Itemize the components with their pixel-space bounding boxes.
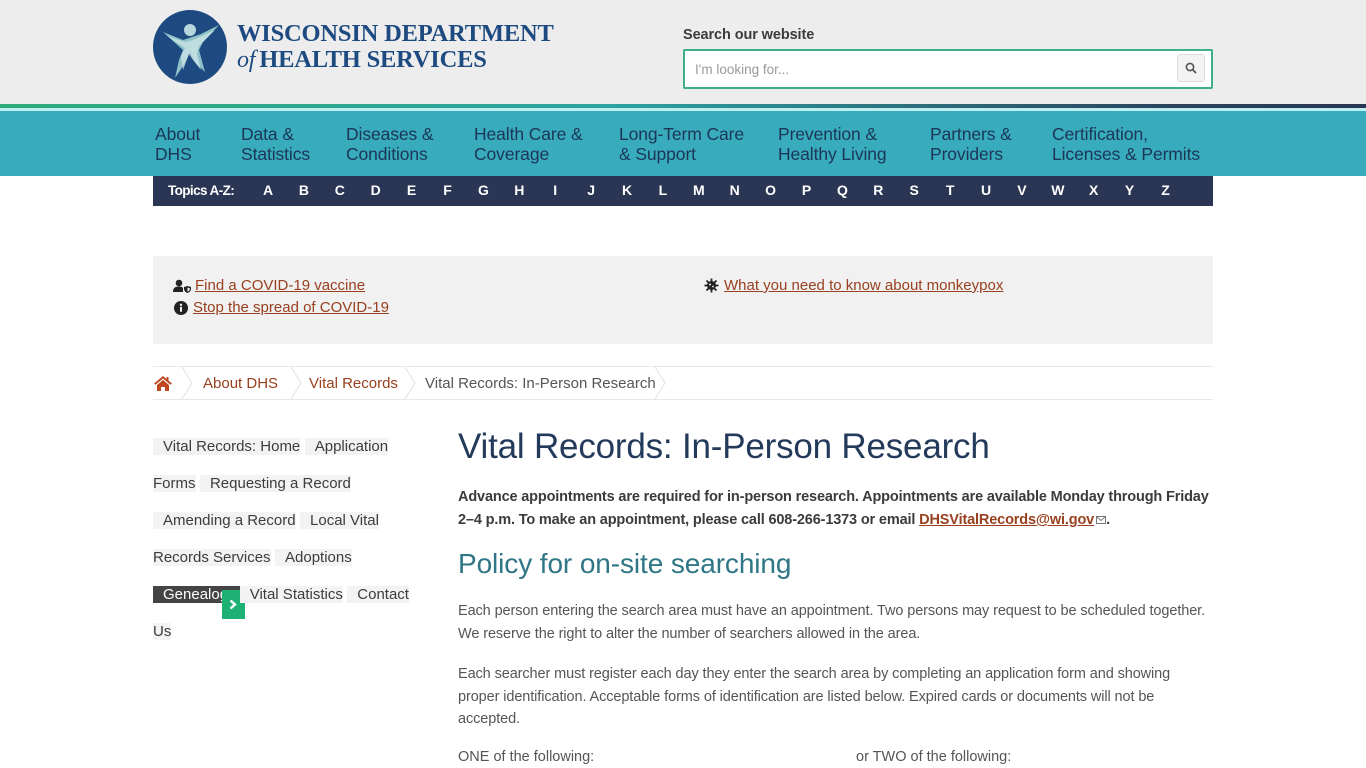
nav-long-term-care[interactable]: Long-Term Care & Support: [619, 124, 744, 164]
logo-line-2-rest: HEALTH SERVICES: [259, 46, 487, 73]
home-icon: [154, 376, 172, 391]
nav-about-dhs[interactable]: About DHS: [155, 124, 200, 164]
alert-item: Stop the spread of COVID-19: [173, 299, 389, 316]
breadcrumb-separator-icon: [181, 367, 193, 399]
user-shield-icon: [173, 278, 191, 294]
az-letter-z[interactable]: Z: [1156, 182, 1176, 198]
az-letter-b[interactable]: B: [294, 182, 314, 198]
sidebar-item-genealogy[interactable]: Genealogy: [153, 586, 245, 619]
breadcrumb-about-dhs[interactable]: About DHS: [203, 367, 278, 399]
az-letter-f[interactable]: F: [438, 182, 458, 198]
sidebar-item-amending-a-record[interactable]: Amending a Record: [153, 512, 296, 529]
virus-icon: [702, 278, 720, 294]
az-letter-l[interactable]: L: [653, 182, 673, 198]
policy-paragraph: Each searcher must register each day the…: [458, 666, 1171, 727]
nav-certification-licenses-permits[interactable]: Certification, Licenses & Permits: [1052, 124, 1200, 164]
az-letter-h[interactable]: H: [509, 182, 529, 198]
email-link[interactable]: DHSVitalRecords@wi.gov: [919, 512, 1094, 528]
logo-line-2: of HEALTH SERVICES: [237, 46, 554, 74]
nav-prevention-healthy-living[interactable]: Prevention & Healthy Living: [778, 124, 887, 164]
az-letter-a[interactable]: A: [258, 182, 278, 198]
id-column-one: ONE of the following:: [458, 748, 595, 765]
breadcrumb-separator-icon: [654, 367, 666, 399]
id-columns: ONE of the following: or TWO of the foll…: [458, 749, 1213, 768]
site-header: WISCONSIN DEPARTMENT of HEALTH SERVICES S…: [0, 0, 1366, 104]
chevron-right-icon: [229, 599, 238, 610]
az-letter-e[interactable]: E: [402, 182, 422, 198]
az-letter-t[interactable]: T: [940, 182, 960, 198]
search-input[interactable]: [695, 58, 1165, 80]
az-letter-d[interactable]: D: [366, 182, 386, 198]
policy-paragraph: Each person entering the search area mus…: [458, 603, 1206, 642]
az-letter-i[interactable]: I: [545, 182, 565, 198]
topics-az-label: Topics A-Z:: [168, 183, 235, 198]
breadcrumb-separator-icon: [290, 367, 302, 399]
logo-line-1: WISCONSIN DEPARTMENT: [237, 20, 554, 47]
sidebar-item-vital-records-home[interactable]: Vital Records: Home: [153, 438, 301, 455]
search-icon: [1185, 62, 1197, 74]
az-letter-x[interactable]: X: [1084, 182, 1104, 198]
az-letter-y[interactable]: Y: [1120, 182, 1140, 198]
intro-paragraph: Advance appointments are required for in…: [458, 486, 1213, 532]
breadcrumb-current: Vital Records: In-Person Research: [425, 374, 656, 392]
mail-icon: [1096, 516, 1107, 524]
logo-of: of: [237, 47, 256, 73]
main-content: Vital Records: In-Person Research Advanc…: [458, 425, 1213, 768]
monkeypox-link[interactable]: What you need to know about monkeypox: [724, 277, 1003, 294]
az-letter-o[interactable]: O: [761, 182, 781, 198]
az-letter-j[interactable]: J: [581, 182, 601, 198]
nav-diseases-conditions[interactable]: Diseases & Conditions: [346, 124, 434, 164]
az-letter-w[interactable]: W: [1048, 182, 1068, 198]
nav-partners-providers[interactable]: Partners & Providers: [930, 124, 1012, 164]
az-letter-r[interactable]: R: [868, 182, 888, 198]
alert-item: What you need to know about monkeypox: [702, 277, 1003, 294]
covid-spread-link[interactable]: Stop the spread of COVID-19: [193, 299, 389, 316]
nav-health-care-coverage[interactable]: Health Care & Coverage: [474, 124, 583, 164]
az-letter-c[interactable]: C: [330, 182, 350, 198]
alert-item: Find a COVID-19 vaccine: [173, 277, 365, 294]
page-title: Vital Records: In-Person Research: [458, 427, 990, 466]
section-sidebar: Vital Records: Home Application Forms Re…: [153, 428, 413, 650]
breadcrumb: About DHS Vital Records Vital Records: I…: [153, 366, 1213, 400]
nav-data-statistics[interactable]: Data & Statistics: [241, 124, 310, 164]
dhs-emblem-icon: [153, 10, 227, 84]
az-letter-m[interactable]: M: [689, 182, 709, 198]
logo-text: WISCONSIN DEPARTMENT of HEALTH SERVICES: [237, 20, 554, 74]
section-heading: Policy for on-site searching: [458, 548, 792, 579]
az-letter-n[interactable]: N: [725, 182, 745, 198]
az-letter-q[interactable]: Q: [832, 182, 852, 198]
breadcrumb-separator-icon: [404, 367, 416, 399]
az-letter-k[interactable]: K: [617, 182, 637, 198]
alert-banner: Find a COVID-19 vaccine Stop the spread …: [153, 256, 1213, 344]
breadcrumb-home[interactable]: [153, 367, 175, 399]
id-column-two: or TWO of the following:: [856, 748, 1012, 765]
search-label: Search our website: [683, 27, 815, 43]
site-logo[interactable]: WISCONSIN DEPARTMENT of HEALTH SERVICES: [153, 10, 554, 84]
az-letter-u[interactable]: U: [976, 182, 996, 198]
sidebar-item-adoptions[interactable]: Adoptions: [275, 549, 352, 566]
sidebar-item-vital-statistics[interactable]: Vital Statistics: [239, 586, 343, 603]
main-nav: About DHS Data & Statistics Diseases & C…: [0, 111, 1366, 176]
intro-end: .: [1106, 512, 1110, 528]
az-letter-p[interactable]: P: [797, 182, 817, 198]
covid-vaccine-link[interactable]: Find a COVID-19 vaccine: [195, 277, 365, 294]
breadcrumb-vital-records[interactable]: Vital Records: [309, 367, 398, 399]
topics-az-bar: Topics A-Z: ABCDEFGHIJKLMNOPQRSTUVWXYZ: [153, 176, 1213, 206]
az-letter-v[interactable]: V: [1012, 182, 1032, 198]
info-circle-icon: [173, 300, 189, 316]
search-box: [683, 49, 1213, 89]
az-letter-g[interactable]: G: [473, 182, 493, 198]
search-button[interactable]: [1177, 54, 1205, 82]
sidebar-item-requesting-a-record[interactable]: Requesting a Record: [199, 475, 351, 492]
az-letter-s[interactable]: S: [904, 182, 924, 198]
